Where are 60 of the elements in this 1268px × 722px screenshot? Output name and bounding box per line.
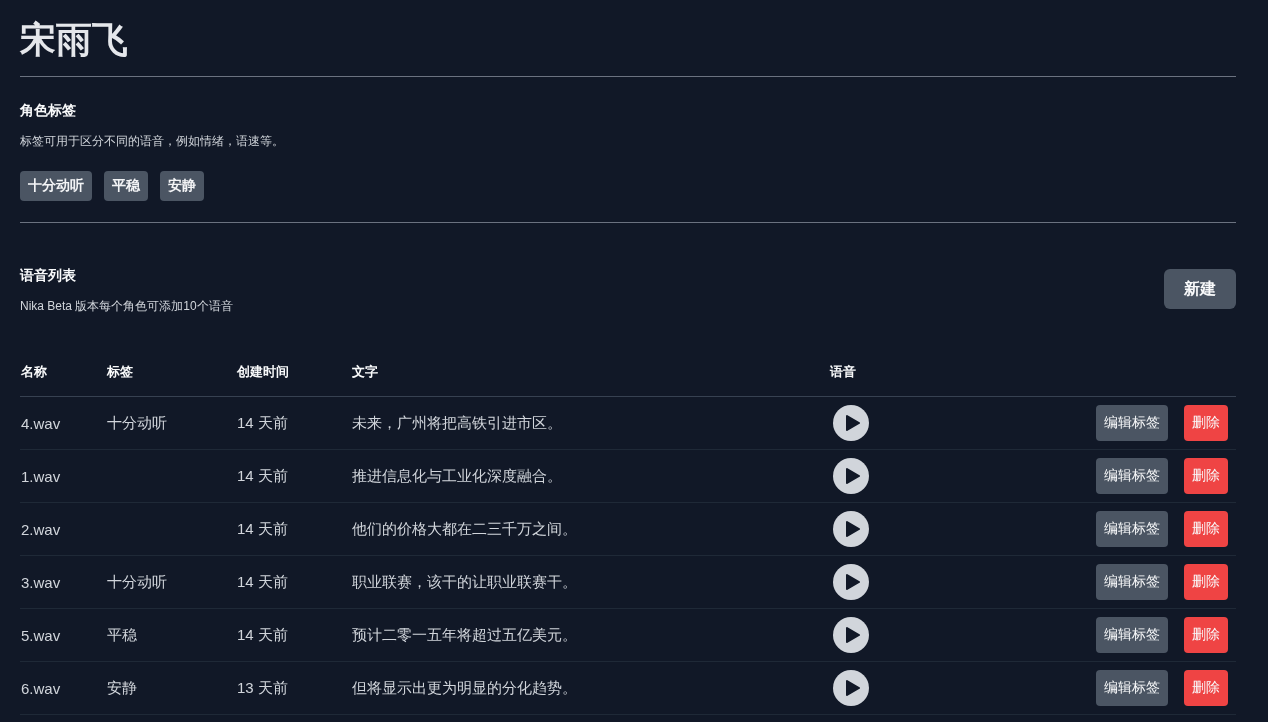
delete-button[interactable]: 删除 <box>1184 564 1228 600</box>
table-cell: 他们的价格大都在二三千万之间。 <box>351 519 577 539</box>
play-icon <box>845 627 860 643</box>
table-cell: 平稳 <box>106 625 137 645</box>
section-heading: 角色标签 <box>20 101 76 120</box>
edit-tags-button[interactable]: 编辑标签 <box>1096 670 1168 706</box>
table-cell: 6.wav <box>20 679 61 697</box>
play-button[interactable] <box>833 405 869 441</box>
table-cell: 5.wav <box>20 626 61 644</box>
table-cell: 3.wav <box>20 573 61 591</box>
table-cell: 2.wav <box>20 520 61 538</box>
edit-tags-button[interactable]: 编辑标签 <box>1096 511 1168 547</box>
page-title: 宋雨飞 <box>20 20 128 60</box>
play-icon <box>845 415 860 431</box>
tag-chip: 平稳 <box>104 171 148 201</box>
delete-button[interactable]: 删除 <box>1184 458 1228 494</box>
tag-chip: 十分动听 <box>20 171 92 201</box>
tag-chip: 安静 <box>160 171 204 201</box>
section-description: 标签可用于区分不同的语音，例如情绪，语速等。 <box>20 133 284 150</box>
column-header: 创建时间 <box>236 363 289 381</box>
edit-tags-button[interactable]: 编辑标签 <box>1096 617 1168 653</box>
edit-tags-button[interactable]: 编辑标签 <box>1096 458 1168 494</box>
table-cell: 13 天前 <box>236 678 288 698</box>
edit-tags-button[interactable]: 编辑标签 <box>1096 564 1168 600</box>
column-header: 名称 <box>20 363 47 381</box>
section-heading: 语音列表 <box>20 266 76 285</box>
table-cell: 但将显示出更为明显的分化趋势。 <box>351 678 577 698</box>
table-cell: 安静 <box>106 678 137 698</box>
delete-button[interactable]: 删除 <box>1184 405 1228 441</box>
table-cell: 推进信息化与工业化深度融合。 <box>351 466 562 486</box>
table-cell: 未来，广州将把高铁引进市区。 <box>351 413 562 433</box>
column-header: 标签 <box>106 363 133 381</box>
play-icon <box>845 680 860 696</box>
delete-button[interactable]: 删除 <box>1184 511 1228 547</box>
table-cell: 1.wav <box>20 467 61 485</box>
table-cell: 职业联赛，该干的让职业联赛干。 <box>351 572 577 592</box>
table-cell: 十分动听 <box>106 572 167 592</box>
table-cell: 十分动听 <box>106 413 167 433</box>
play-button[interactable] <box>833 670 869 706</box>
play-button[interactable] <box>833 511 869 547</box>
table-cell: 4.wav <box>20 414 61 432</box>
column-header: 文字 <box>351 363 378 381</box>
play-button[interactable] <box>833 617 869 653</box>
play-button[interactable] <box>833 458 869 494</box>
table-cell: 14 天前 <box>236 466 288 486</box>
table-cell: 14 天前 <box>236 519 288 539</box>
section-description: Nika Beta 版本每个角色可添加10个语音 <box>20 298 233 315</box>
play-icon <box>845 468 860 484</box>
play-icon <box>845 521 860 537</box>
table-cell: 14 天前 <box>236 413 288 433</box>
column-header: 语音 <box>829 363 856 381</box>
play-icon <box>845 574 860 590</box>
delete-button[interactable]: 删除 <box>1184 670 1228 706</box>
edit-tags-button[interactable]: 编辑标签 <box>1096 405 1168 441</box>
play-button[interactable] <box>833 564 869 600</box>
delete-button[interactable]: 删除 <box>1184 617 1228 653</box>
table-cell: 14 天前 <box>236 572 288 592</box>
new-button[interactable]: 新建 <box>1164 269 1236 309</box>
table-cell: 14 天前 <box>236 625 288 645</box>
table-cell: 预计二零一五年将超过五亿美元。 <box>351 625 577 645</box>
